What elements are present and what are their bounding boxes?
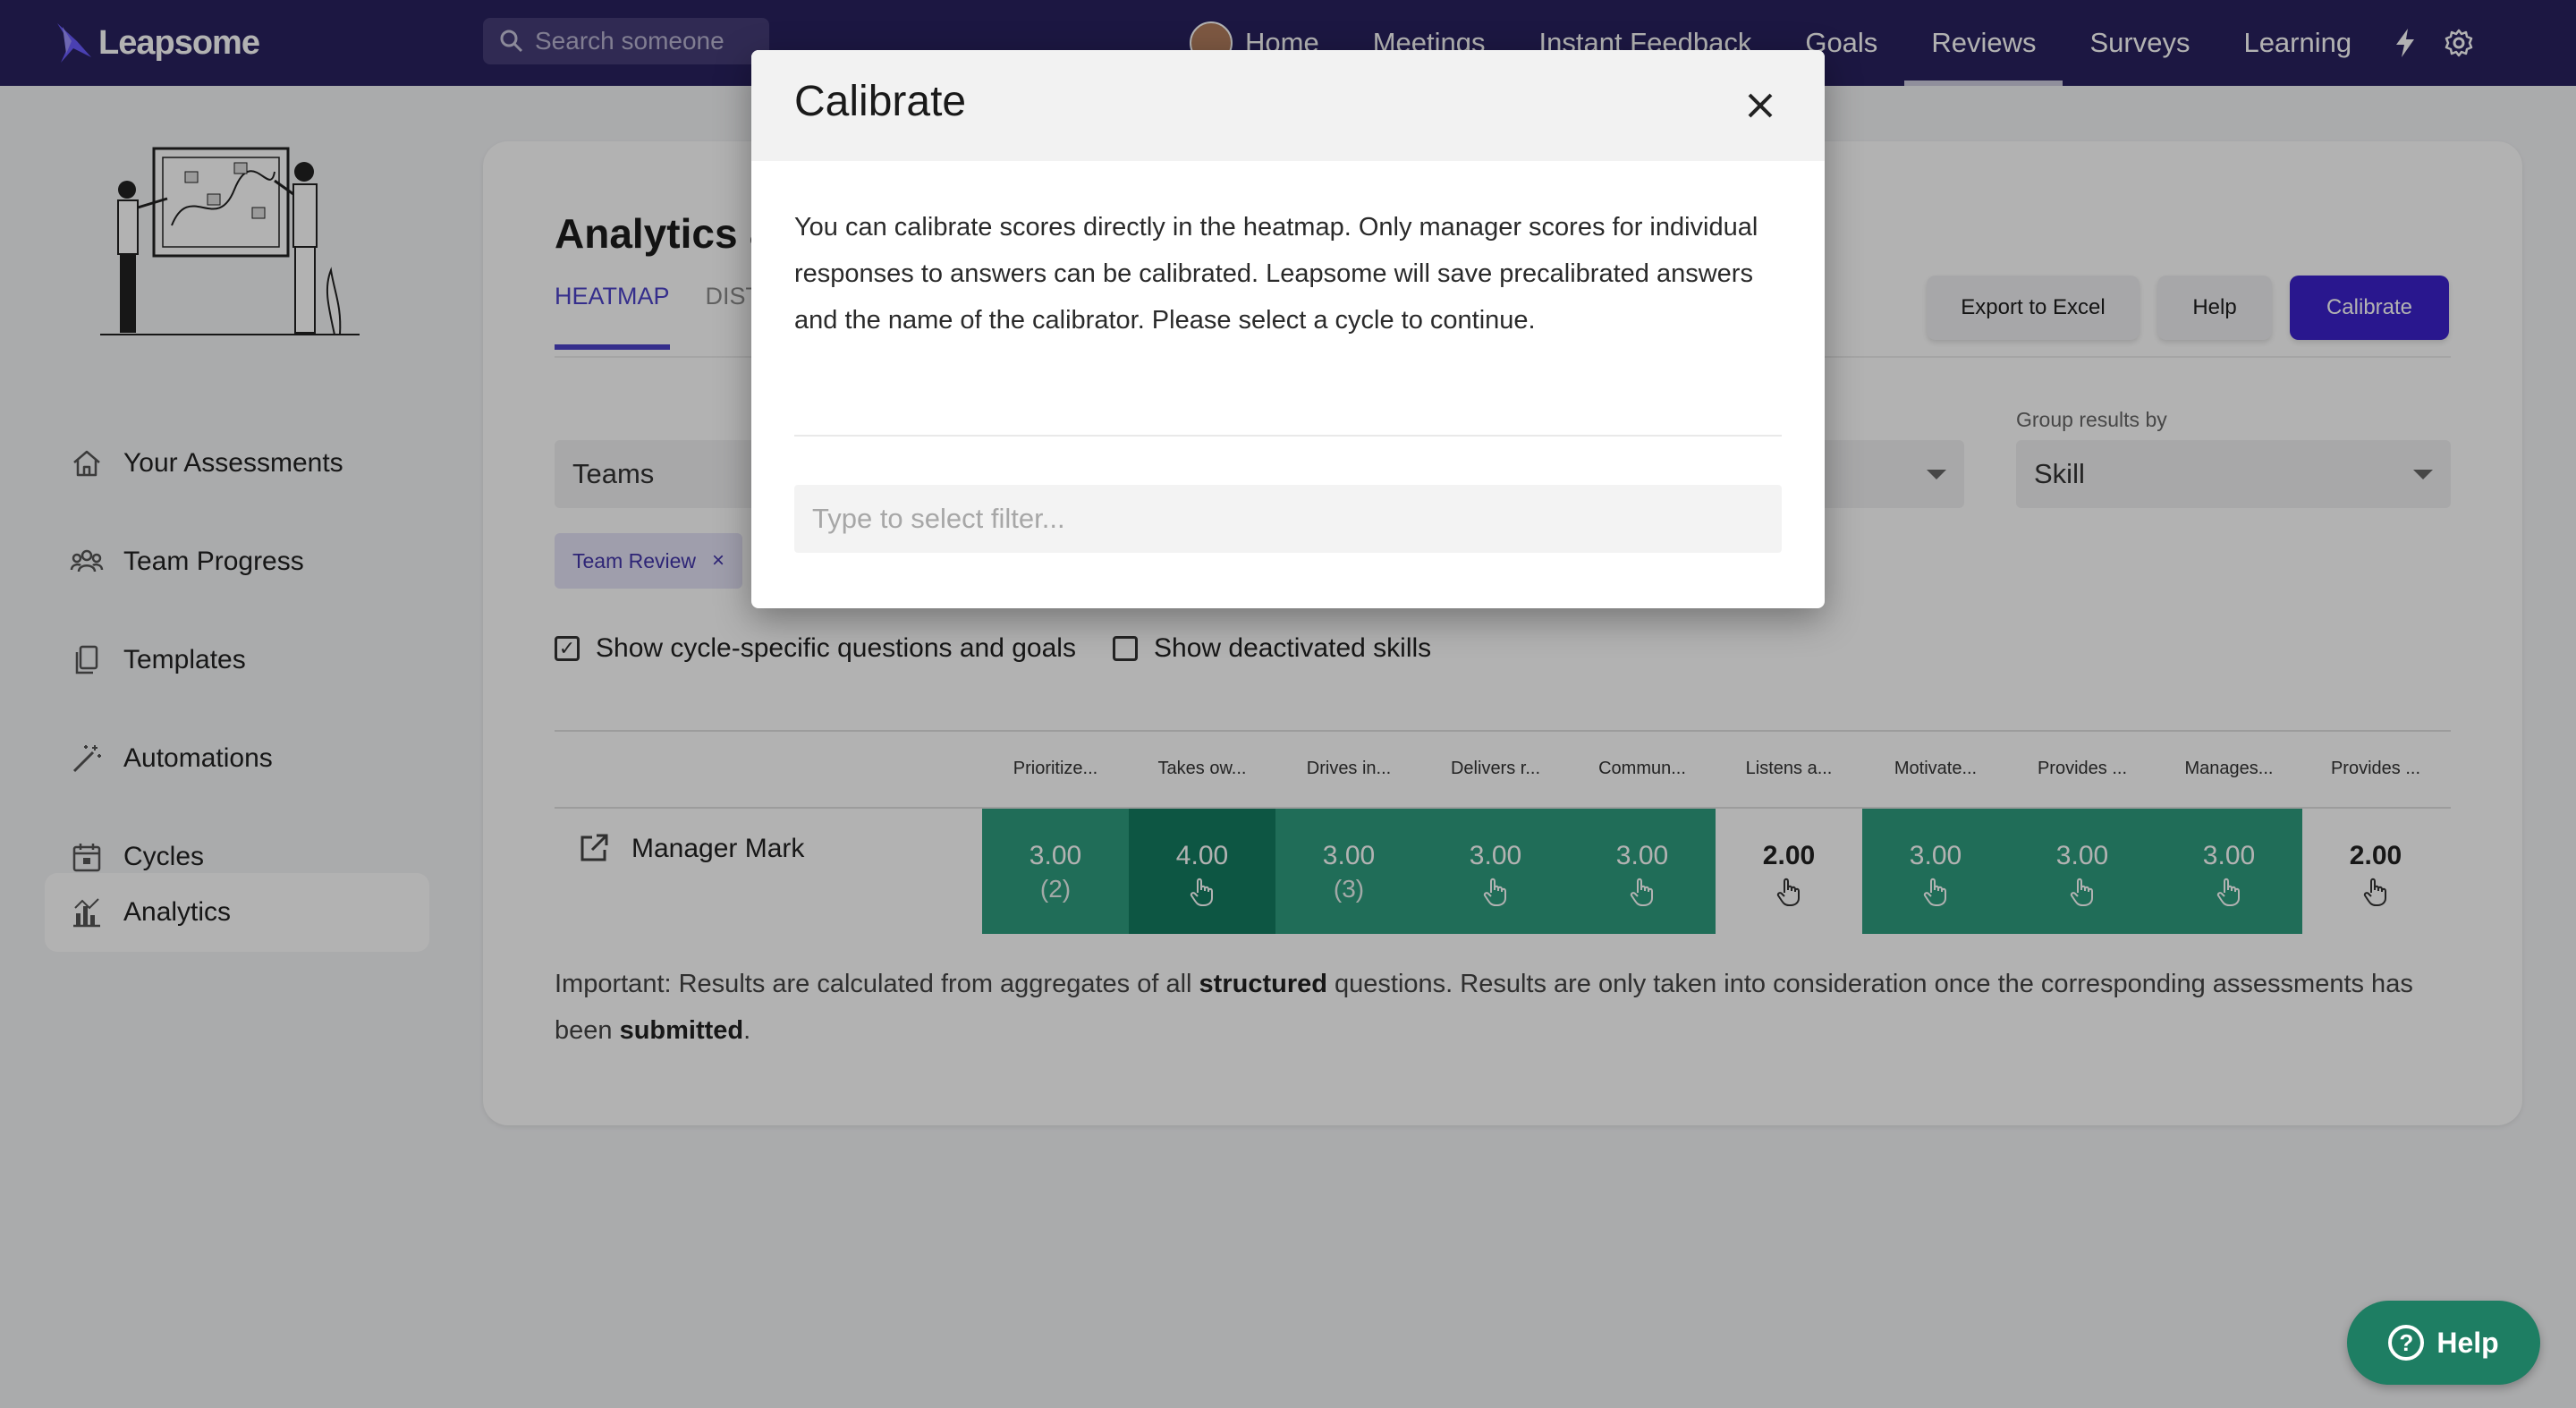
question-icon: ? [2388, 1325, 2425, 1361]
modal-header: Calibrate [751, 50, 1825, 161]
filter-input-placeholder: Type to select filter... [812, 503, 1065, 534]
help-widget-label: Help [2436, 1326, 2499, 1359]
cycle-filter-input[interactable]: Type to select filter... [794, 485, 1782, 553]
modal-divider [794, 435, 1782, 437]
close-icon[interactable] [1741, 86, 1780, 125]
help-widget-button[interactable]: ? Help [2347, 1301, 2540, 1385]
modal-title: Calibrate [794, 78, 967, 125]
modal-description: You can calibrate scores directly in the… [794, 213, 1758, 335]
calibrate-modal: Calibrate You can calibrate scores direc… [751, 50, 1825, 608]
